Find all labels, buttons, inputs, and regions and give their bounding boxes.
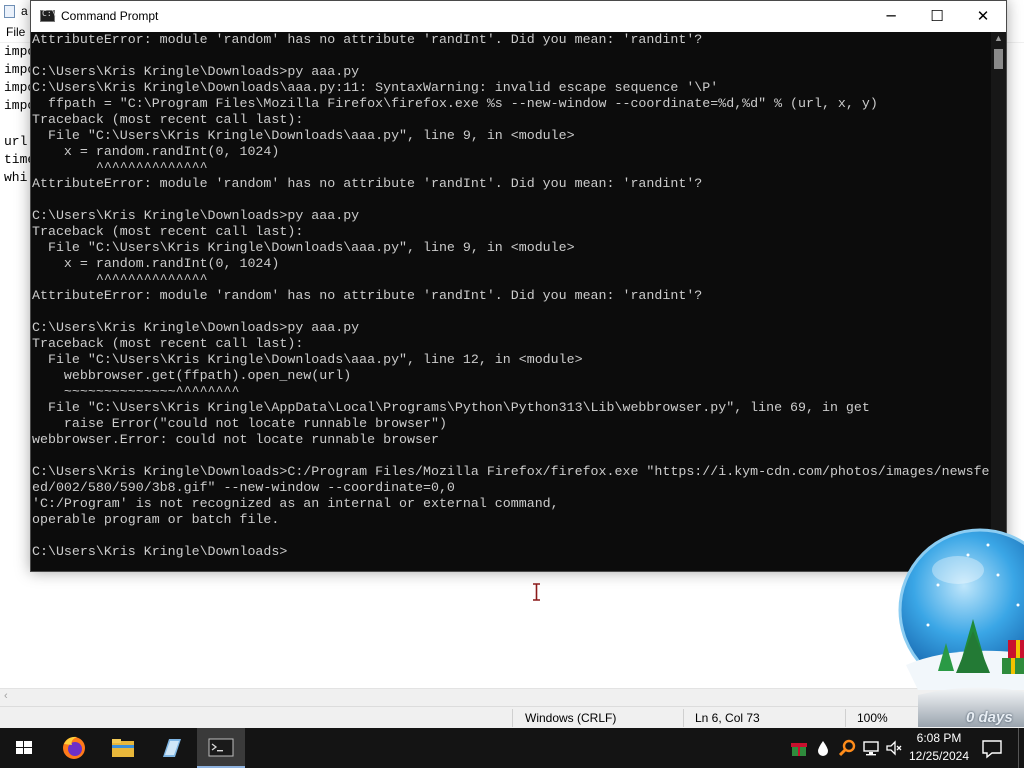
status-line-endings: Windows (CRLF) [525,711,617,725]
scroll-up-icon[interactable]: ▲ [994,33,1003,43]
console-line: File "C:\Users\Kris Kringle\Downloads\aa… [32,240,575,255]
console-line: C:\Users\Kris Kringle\Downloads\aaa.py:1… [32,80,719,95]
taskbar-app-firefox[interactable] [50,728,98,768]
network-icon[interactable] [861,738,881,758]
maximize-button[interactable]: ☐ [914,1,960,32]
menu-file[interactable]: File [6,25,25,39]
maximize-icon: ☐ [930,7,944,25]
horizontal-scrollbar[interactable]: ‹ [0,688,1024,706]
console-line: 'C:/Program' is not recognized as an int… [32,496,559,511]
console-line: C:\Users\Kris Kringle\Downloads>py aaa.p… [32,208,360,223]
console-line: AttributeError: module 'random' has no a… [32,176,703,191]
scroll-left-icon[interactable]: ‹ [4,690,8,702]
console-line: File "C:\Users\Kris Kringle\AppData\Loca… [32,400,870,415]
minimize-icon: ─ [886,7,896,25]
console-line: Traceback (most recent call last): [32,112,304,127]
status-divider [845,709,846,727]
console-line: x = random.randInt(0, 1024) [32,144,280,159]
console-prompt-line: C:\Users\Kris Kringle\Downloads> [32,544,288,559]
cmd-titlebar[interactable]: C:\ Command Prompt ─ ☐ ✕ [31,1,1006,32]
console-line: x = random.randInt(0, 1024) [32,256,280,271]
console-line: ^^^^^^^^^^^^^^ [32,272,208,287]
windows-logo-icon [16,741,32,754]
console-line: raise Error("could not locate runnable b… [32,416,447,431]
show-desktop-button[interactable] [1018,728,1024,768]
cmd-icon: C:\ [40,9,56,22]
console-line: AttributeError: module 'random' has no a… [32,288,703,303]
snowglobe-days-label: 0 days [966,709,1013,726]
taskbar-app-file-explorer[interactable] [99,728,147,768]
taskbar: 6:08 PM 12/25/2024 [0,728,1024,768]
desktop: a File impo impo impo impo url time whi … [0,0,1024,768]
console-line: File "C:\Users\Kris Kringle\Downloads\aa… [32,128,575,143]
console-line: ~~~~~~~~~~~~~~^^^^^^^^ [32,384,240,399]
start-button[interactable] [0,728,48,768]
firefox-icon [63,736,85,759]
minimize-button[interactable]: ─ [868,1,914,32]
scrollbar-thumb[interactable] [994,49,1003,69]
close-icon: ✕ [976,7,990,25]
command-prompt-window[interactable]: C:\ Command Prompt ─ ☐ ✕ AttributeError:… [30,0,1007,572]
console-line: ^^^^^^^^^^^^^^ [32,160,208,175]
close-button[interactable]: ✕ [960,1,1006,32]
clock-time[interactable]: 6:08 PM [904,731,974,745]
console-line: webbrowser.get(ffpath).open_new(url) [32,368,352,383]
console-line: ffpath = "C:\Program Files\Mozilla Firef… [32,96,878,111]
console-line: webbrowser.Error: could not locate runna… [32,432,439,447]
snow-globe-icon [898,528,1024,727]
taskbar-app-command-prompt[interactable] [197,728,245,768]
status-zoom: 100% [857,711,888,725]
console-line: Traceback (most recent call last): [32,336,304,351]
code-line: whi [4,170,28,185]
clock-date[interactable]: 12/25/2024 [904,749,974,763]
console-line: File "C:\Users\Kris Kringle\Downloads\aa… [32,352,583,367]
console-line: AttributeError: module 'random' has no a… [32,32,703,47]
notepad-title: a [21,4,28,18]
ibeam-cursor-icon [533,583,540,601]
notepad-icon [163,739,181,757]
console-output[interactable]: AttributeError: module 'random' has no a… [31,32,991,571]
notification-icon [982,740,1002,759]
vertical-scrollbar[interactable]: ▲ [991,32,1006,571]
status-divider [512,709,513,727]
console-line: C:\Users\Kris Kringle\Downloads>py aaa.p… [32,320,360,335]
cmd-title: Command Prompt [61,9,159,23]
code-line: url [4,134,28,149]
gift-icon[interactable] [789,738,809,758]
status-divider [683,709,684,727]
taskbar-app-notepad[interactable] [148,728,196,768]
magnifier-icon[interactable] [837,738,857,758]
console-line: Traceback (most recent call last): [32,224,304,239]
status-cursor-position: Ln 6, Col 73 [695,711,760,725]
notepad-statusbar: Windows (CRLF) Ln 6, Col 73 100% [0,706,1024,729]
console-line: C:\Users\Kris Kringle\Downloads>C:/Progr… [32,464,990,479]
snow-globe-widget[interactable]: 0 days [898,515,1024,730]
speaker-muted-icon[interactable] [884,738,904,758]
console-line: C:\Users\Kris Kringle\Downloads>py aaa.p… [32,64,360,79]
water-drop-icon[interactable] [813,738,833,758]
folder-icon [112,739,134,757]
action-center-button[interactable] [978,728,1006,768]
console-line: ed/002/580/590/3b8.gif" --new-window --c… [32,480,455,495]
console-line: operable program or batch file. [32,512,280,527]
cmd-icon [208,738,234,757]
notepad-icon [4,5,15,18]
